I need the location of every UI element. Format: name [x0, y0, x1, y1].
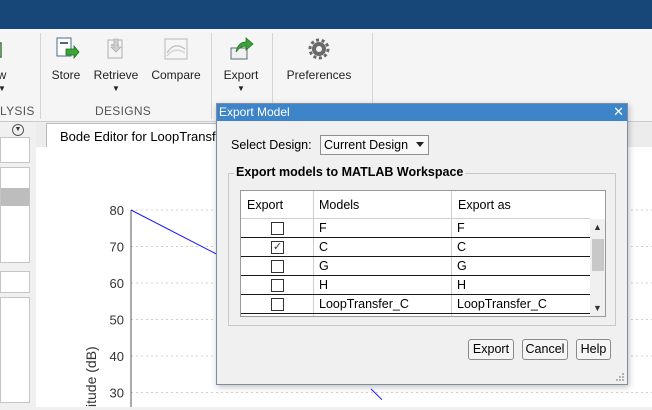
export-as-cell[interactable]: G [457, 259, 467, 273]
export-as-cell[interactable]: C [457, 240, 466, 254]
export-checkbox[interactable] [271, 298, 284, 311]
selected-list-item[interactable] [1, 188, 29, 206]
models-table[interactable]: Export Models Export as F F ✓ C C G G H H LoopTra… [240, 190, 606, 317]
left-panel-list[interactable] [0, 167, 30, 263]
y-tick-label: 30 [110, 386, 124, 401]
section-divider [40, 33, 41, 119]
retrieve-icon [107, 38, 123, 59]
gear-icon [308, 38, 330, 60]
export-label: Export [223, 68, 259, 82]
resize-grip-icon[interactable] [615, 372, 625, 382]
chevron-down-icon: ▼ [112, 84, 120, 93]
chevron-down-icon [416, 142, 424, 147]
section-divider [211, 33, 212, 119]
preferences-label: Preferences [286, 68, 352, 82]
chevron-down-icon: ▼ [0, 84, 6, 93]
retrieve-button[interactable]: Retrieve ▼ [90, 33, 142, 99]
model-name-cell: LoopTransfer_C [319, 297, 409, 311]
partial-button-label: w [0, 68, 7, 82]
scrollbar-thumb[interactable] [592, 239, 604, 271]
dialog-title: Export Model [219, 105, 290, 119]
export-confirm-button[interactable]: Export [468, 339, 514, 360]
preferences-button[interactable]: Preferences [283, 33, 355, 99]
model-name-cell: G [319, 259, 329, 273]
y-tick-label: 60 [110, 276, 124, 291]
chevron-down-icon: ▼ [237, 84, 245, 93]
window-title-bar [0, 0, 652, 29]
table-row[interactable]: ✓ C C [241, 238, 590, 257]
export-checkbox[interactable] [271, 260, 284, 273]
scroll-up-icon[interactable]: ▲ [593, 222, 602, 232]
magnitude-line-segment [370, 388, 383, 401]
y-tick-label: 40 [110, 349, 124, 364]
table-row[interactable]: LoopTransfer_C LoopTransfer_C [241, 295, 590, 314]
left-panel-header-2 [0, 271, 30, 293]
y-tick-label: 80 [110, 203, 124, 218]
store-button[interactable]: Store [48, 33, 84, 99]
table-row[interactable]: FF [241, 219, 590, 238]
section-label-analysis: LYSIS [0, 104, 35, 118]
section-label-designs: DESIGNS [95, 104, 152, 118]
export-model-dialog: Export Model ✕ Select Design: Current De… [216, 103, 628, 385]
column-header-models[interactable]: Models [313, 191, 451, 219]
table-row[interactable] [241, 314, 590, 316]
store-icon [56, 37, 80, 60]
y-tick-label: 70 [110, 240, 124, 255]
close-icon[interactable]: ✕ [613, 104, 624, 120]
cancel-button[interactable]: Cancel [522, 339, 568, 360]
magnitude-line-segment [130, 209, 217, 255]
export-checkbox[interactable] [271, 222, 284, 235]
export-as-cell[interactable]: LoopTransfer_C [457, 297, 547, 311]
export-checkbox[interactable] [271, 279, 284, 292]
compare-label: Compare [151, 68, 201, 82]
y-tick-label: 50 [110, 313, 124, 328]
export-as-cell[interactable]: F [457, 221, 465, 235]
y-axis-label: itude (dB) [83, 346, 99, 407]
left-panel-header [0, 137, 30, 163]
cut-off-button[interactable]: w ▼ [0, 33, 10, 99]
left-panel-list-2[interactable] [0, 297, 30, 403]
export-icon [230, 37, 254, 60]
model-name-cell: H [319, 278, 329, 292]
model-name-cell: C [319, 240, 329, 254]
left-panel [0, 123, 32, 407]
compare-icon [164, 38, 188, 60]
scroll-down-icon[interactable]: ▼ [593, 303, 602, 313]
column-header-export-as[interactable]: Export as [451, 191, 590, 219]
model-name-cell: F [319, 221, 327, 235]
table-scrollbar[interactable]: ▲ ▼ [590, 219, 605, 316]
export-as-cell[interactable]: H [457, 278, 466, 292]
select-design-value: Current Design [324, 138, 409, 152]
partial-icon [0, 42, 2, 58]
table-row[interactable]: GG [241, 257, 590, 276]
dialog-title-bar[interactable]: Export Model ✕ [217, 104, 627, 121]
export-button[interactable]: Export ▼ [220, 33, 262, 99]
export-checkbox[interactable]: ✓ [271, 241, 284, 254]
table-row[interactable]: HH [241, 276, 590, 295]
export-models-group-title: Export models to MATLAB Workspace [234, 165, 466, 179]
compare-button[interactable]: Compare [148, 33, 204, 99]
panel-menu-icon[interactable]: ▼ [12, 124, 24, 136]
store-label: Store [51, 68, 81, 82]
retrieve-label: Retrieve [93, 68, 139, 82]
column-header-export[interactable]: Export [241, 191, 313, 219]
select-design-label: Select Design: [231, 138, 312, 152]
select-design-dropdown[interactable]: Current Design [320, 135, 429, 155]
help-button[interactable]: Help [576, 339, 611, 360]
